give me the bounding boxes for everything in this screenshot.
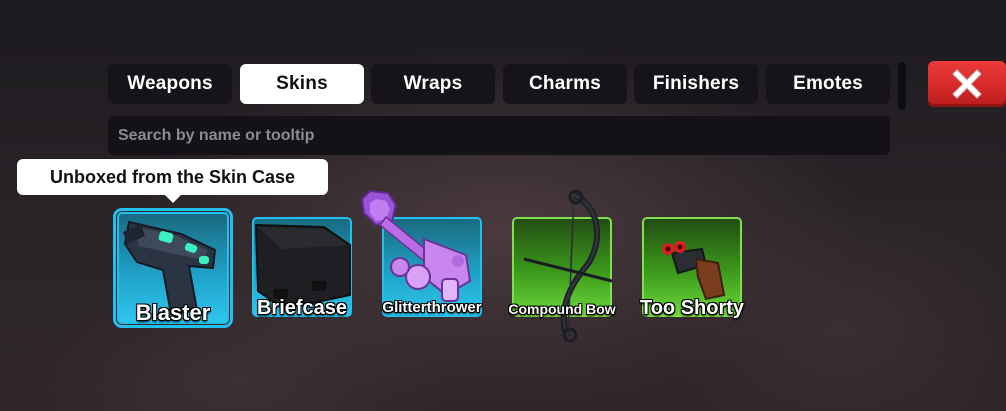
item-card-glitterthrower[interactable]: Glitterthrower — [360, 189, 482, 317]
tab-wraps[interactable]: Wraps — [371, 64, 495, 104]
close-button[interactable] — [928, 61, 1006, 107]
item-card-briefcase[interactable]: Briefcase — [252, 217, 352, 319]
item-label-glitterthrower: Glitterthrower — [382, 299, 482, 316]
tab-weapons[interactable]: Weapons — [108, 64, 232, 104]
tab-skins[interactable]: Skins — [240, 64, 364, 104]
item-label-briefcase: Briefcase — [256, 297, 348, 319]
tab-finishers[interactable]: Finishers — [634, 64, 758, 104]
search-input[interactable] — [108, 116, 890, 155]
tooltip-text: Unboxed from the Skin Case — [49, 166, 296, 187]
item-label-blaster: Blaster — [135, 300, 211, 325]
item-label-too-shorty: Too Shorty — [639, 297, 745, 319]
item-tooltip: Unboxed from the Skin Case — [17, 159, 328, 195]
tab-emotes[interactable]: Emotes — [766, 64, 890, 104]
tab-charms[interactable]: Charms — [503, 64, 627, 104]
item-label-compound-bow: Compound Bow — [508, 301, 616, 317]
tooltip-arrow — [164, 194, 182, 203]
item-card-compound-bow[interactable]: Compound Bow — [508, 189, 616, 343]
close-x-icon — [952, 69, 982, 99]
item-card-too-shorty[interactable]: Too Shorty — [640, 217, 744, 319]
item-card-blaster[interactable]: Blaster — [113, 208, 233, 328]
tab-divider — [898, 62, 906, 110]
